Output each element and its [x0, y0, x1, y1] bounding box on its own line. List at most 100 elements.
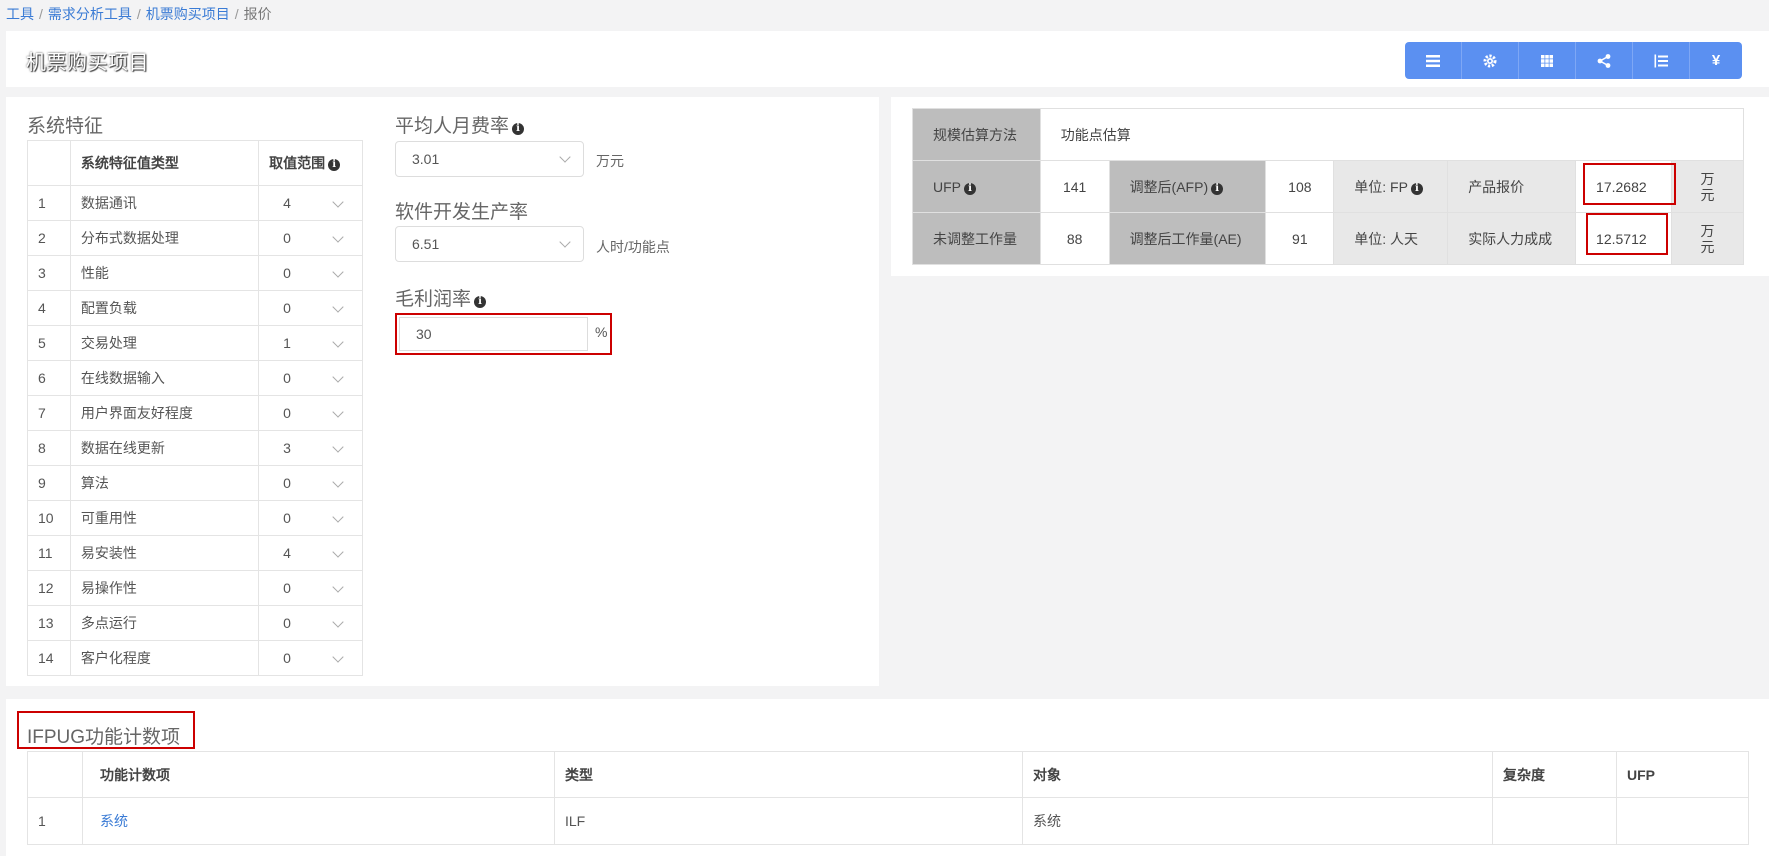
feature-value-select[interactable]: 0: [258, 465, 363, 501]
share-button[interactable]: [1576, 42, 1633, 79]
feature-value-select[interactable]: 0: [258, 360, 363, 396]
ifpug-item-header: 功能计数项: [82, 751, 555, 798]
table-row: 1 系统 ILF 系统: [27, 797, 1749, 845]
table-row: 3 性能 0: [27, 255, 363, 291]
feature-value: 0: [283, 230, 291, 246]
quote-button[interactable]: ¥: [1690, 42, 1742, 79]
ifpug-type-header: 类型: [554, 751, 1023, 798]
feature-value-select[interactable]: 4: [258, 185, 363, 221]
productivity-select[interactable]: 6.51: [395, 226, 584, 262]
info-icon[interactable]: i: [328, 159, 341, 171]
margin-input[interactable]: 30: [399, 317, 588, 351]
table-row: 11 易安装性 4: [27, 535, 363, 571]
list-view-button[interactable]: [1405, 42, 1462, 79]
chevron-down-icon: [332, 546, 344, 558]
feature-value-select[interactable]: 0: [258, 395, 363, 431]
table-row: 7 用户界面友好程度 0: [27, 395, 363, 431]
feature-value: 0: [283, 475, 291, 491]
feature-value-select[interactable]: 0: [258, 290, 363, 326]
info-icon[interactable]: i: [1211, 182, 1224, 195]
chevron-down-icon: [332, 616, 344, 628]
grid-icon: [1541, 54, 1553, 67]
feature-name: 性能: [69, 255, 260, 291]
share-icon: [1597, 53, 1611, 68]
info-icon[interactable]: i: [512, 123, 525, 135]
margin-highlight: 30 %: [395, 313, 612, 355]
price-highlight: [1583, 163, 1676, 205]
feature-name: 在线数据输入: [69, 360, 260, 396]
chevron-down-icon: [332, 581, 344, 593]
table-row: 4 配置负载 0: [27, 290, 363, 326]
ifpug-object-header: 对象: [1022, 751, 1493, 798]
ordered-list-button[interactable]: [1633, 42, 1690, 79]
ifpug-title: IFPUG功能计数项: [27, 727, 181, 748]
breadcrumb-tools[interactable]: 工具: [6, 6, 34, 22]
table-row: 14 客户化程度 0: [27, 640, 363, 676]
feature-value-select[interactable]: 1: [258, 325, 363, 361]
feature-value-select[interactable]: 4: [258, 535, 363, 571]
ifpug-no: 1: [27, 797, 83, 845]
feature-name: 配置负载: [69, 290, 260, 326]
feature-no: 6: [27, 360, 71, 396]
method-value: 功能点估算: [1039, 108, 1745, 161]
ifpug-type: ILF: [554, 797, 1023, 845]
feature-value-select[interactable]: 0: [258, 220, 363, 256]
feature-value: 4: [283, 195, 291, 211]
settings-button[interactable]: [1462, 42, 1519, 79]
feature-value: 0: [283, 615, 291, 631]
chevron-down-icon: [332, 301, 344, 313]
feature-value-select[interactable]: 3: [258, 430, 363, 466]
work-value: 88: [1039, 212, 1110, 265]
table-row: 10 可重用性 0: [27, 500, 363, 536]
ifpug-object: 系统: [1022, 797, 1493, 845]
feature-value-select[interactable]: 0: [258, 605, 363, 641]
feature-table: 系统特征值类型 取值范围 i 1 数据通讯 4 2 分布式数据处理 0 3 性能 0 4 配置负载 0 5…: [27, 140, 363, 676]
chevron-down-icon: [559, 236, 571, 248]
feature-value-select[interactable]: 0: [258, 640, 363, 676]
toolbar: ¥: [1405, 42, 1742, 79]
feature-name: 易安装性: [69, 535, 260, 571]
table-row: 1 数据通讯 4: [27, 185, 363, 221]
feature-no: 4: [27, 290, 71, 326]
feature-name: 客户化程度: [69, 640, 260, 676]
feature-no: 1: [27, 185, 71, 221]
price-label: 产品报价: [1447, 160, 1577, 213]
breadcrumb-project[interactable]: 机票购买项目: [146, 6, 230, 22]
feature-no: 13: [27, 605, 71, 641]
feature-name: 数据通讯: [69, 185, 260, 221]
feature-name: 用户界面友好程度: [69, 395, 260, 431]
feature-name: 多点运行: [69, 605, 260, 641]
table-row: 2 分布式数据处理 0: [27, 220, 363, 256]
table-row: 13 多点运行 0: [27, 605, 363, 641]
table-row: 8 数据在线更新 3: [27, 430, 363, 466]
chevron-down-icon: [332, 441, 344, 453]
work-label: 未调整工作量: [912, 212, 1041, 265]
chevron-down-icon: [332, 196, 344, 208]
chevron-down-icon: [332, 651, 344, 663]
feature-value: 0: [283, 580, 291, 596]
feature-no: 14: [27, 640, 71, 676]
grid-view-button[interactable]: [1519, 42, 1576, 79]
info-icon[interactable]: i: [1410, 182, 1423, 195]
cost-unit: 万元: [1671, 212, 1744, 265]
feature-no: 7: [27, 395, 71, 431]
ufp-label: UFP i: [912, 160, 1041, 213]
breadcrumb-analysis[interactable]: 需求分析工具: [48, 6, 132, 22]
title-bar: 机票购买项目 ¥: [6, 31, 1769, 87]
estimate-panel: 规模估算方法 功能点估算 UFP i 141 调整后(AFP) i 108 单位: …: [891, 97, 1769, 276]
page-title: 机票购买项目: [26, 52, 149, 74]
feature-value-select[interactable]: 0: [258, 570, 363, 606]
info-icon[interactable]: i: [964, 182, 976, 195]
chevron-down-icon: [332, 371, 344, 383]
cost-highlight: [1586, 213, 1668, 255]
info-icon[interactable]: i: [474, 296, 487, 308]
ufp-value: 141: [1039, 160, 1110, 213]
feature-value-select[interactable]: 0: [258, 500, 363, 536]
rate-unit: 万元: [596, 153, 624, 169]
rate-select[interactable]: 3.01: [395, 141, 584, 177]
feature-value-select[interactable]: 0: [258, 255, 363, 291]
ifpug-item-link[interactable]: 系统: [100, 813, 128, 829]
breadcrumb: 工具 / 需求分析工具 / 机票购买项目 / 报价: [6, 6, 272, 22]
ifpug-complexity[interactable]: [1492, 797, 1617, 845]
feature-name: 算法: [69, 465, 260, 501]
